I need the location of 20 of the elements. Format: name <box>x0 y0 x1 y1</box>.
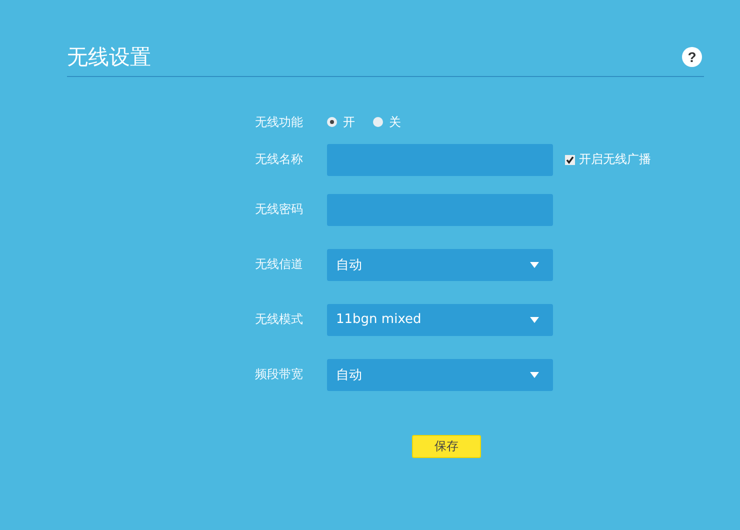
save-button[interactable]: 保存 <box>412 434 481 458</box>
checkbox-option[interactable]: 开启无线广播 <box>565 151 651 168</box>
field-label: 无线密码 <box>255 201 304 218</box>
select-field[interactable]: 11bgn mixed <box>327 304 553 336</box>
help-button[interactable]: ? <box>682 47 702 67</box>
select-field[interactable]: 自动 <box>327 248 553 280</box>
field-label: 频段带宽 <box>255 366 304 383</box>
caret-icon <box>530 372 539 378</box>
field-label: 无线信道 <box>255 256 304 273</box>
caret-icon <box>530 316 539 322</box>
field-label: 无线名称 <box>255 151 304 168</box>
field-label: 无线功能 <box>255 114 304 130</box>
caret-icon <box>530 262 539 268</box>
radio-option[interactable]: 关 <box>373 114 401 130</box>
select-field[interactable]: 自动 <box>327 358 553 390</box>
radio-option[interactable]: 开 <box>327 114 355 130</box>
field-label: 无线模式 <box>255 311 304 328</box>
page-title: 无线设置 <box>67 44 151 71</box>
input-field[interactable] <box>327 194 553 226</box>
input-field[interactable] <box>327 144 553 176</box>
